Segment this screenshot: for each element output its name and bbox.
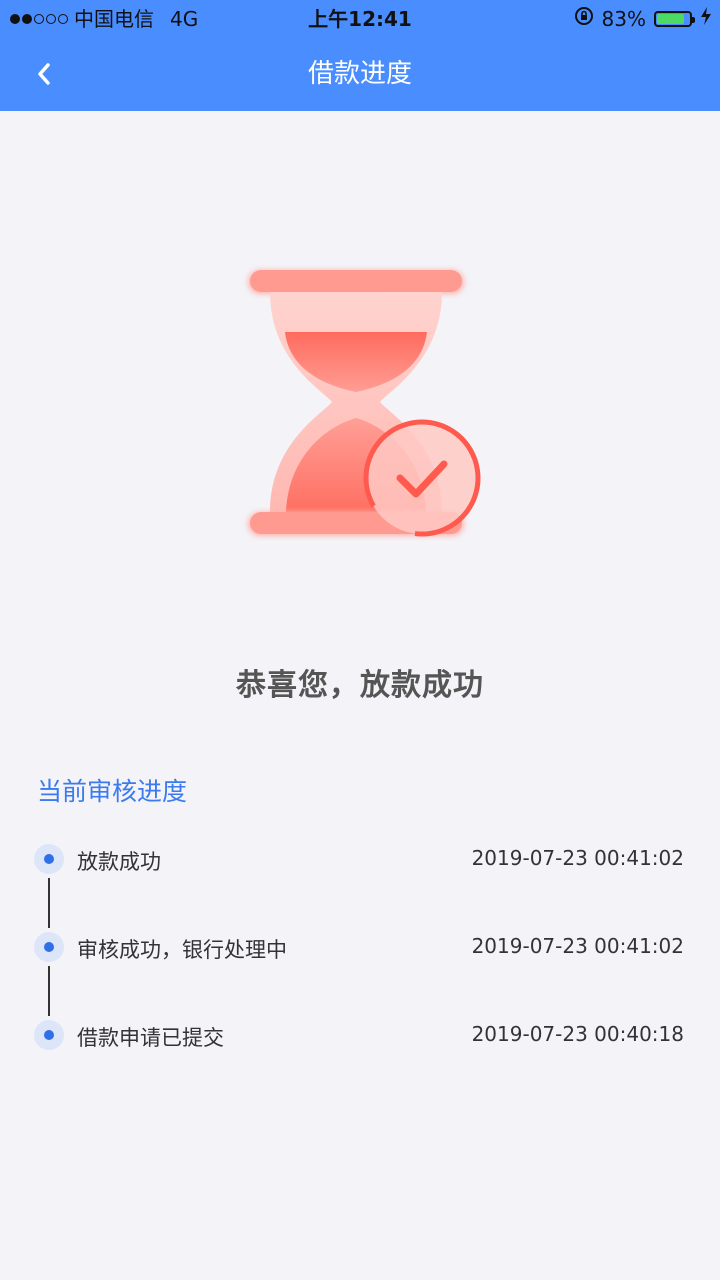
timeline-dot-icon: [34, 932, 64, 962]
status-bar: 中国电信 4G 上午12:41 83%: [0, 0, 720, 38]
timeline-item: 审核成功，银行处理中 2019-07-23 00:41:02: [0, 928, 720, 968]
timeline-connector: [48, 878, 50, 928]
timeline-item-time: 2019-07-23 00:40:18: [471, 1022, 684, 1046]
orientation-lock-icon: [574, 0, 594, 38]
battery-level: [657, 14, 684, 24]
hourglass-check-illustration: [230, 250, 500, 560]
timeline-item-label: 借款申请已提交: [77, 1026, 224, 1050]
battery-icon: [654, 11, 695, 27]
status-right: 83%: [574, 0, 712, 38]
battery-percent: 83%: [601, 7, 646, 31]
timeline-item-label: 放款成功: [77, 850, 161, 874]
page-title: 借款进度: [307, 59, 412, 89]
nav-bar: 借款进度: [0, 38, 720, 111]
timeline-dot-icon: [34, 844, 64, 874]
progress-section-title: 当前审核进度: [37, 777, 188, 806]
timeline-item: 借款申请已提交 2019-07-23 00:40:18: [0, 1016, 720, 1056]
timeline-item-time: 2019-07-23 00:41:02: [471, 934, 684, 958]
timeline-connector: [48, 966, 50, 1016]
timeline-item-label: 审核成功，银行处理中: [77, 938, 287, 962]
timeline-item-time: 2019-07-23 00:41:02: [471, 846, 684, 870]
timeline-item: 放款成功 2019-07-23 00:41:02: [0, 840, 720, 880]
charging-bolt-icon: [700, 0, 712, 38]
result-title: 恭喜您，放款成功: [236, 668, 484, 703]
timeline-dot-icon: [34, 1020, 64, 1050]
